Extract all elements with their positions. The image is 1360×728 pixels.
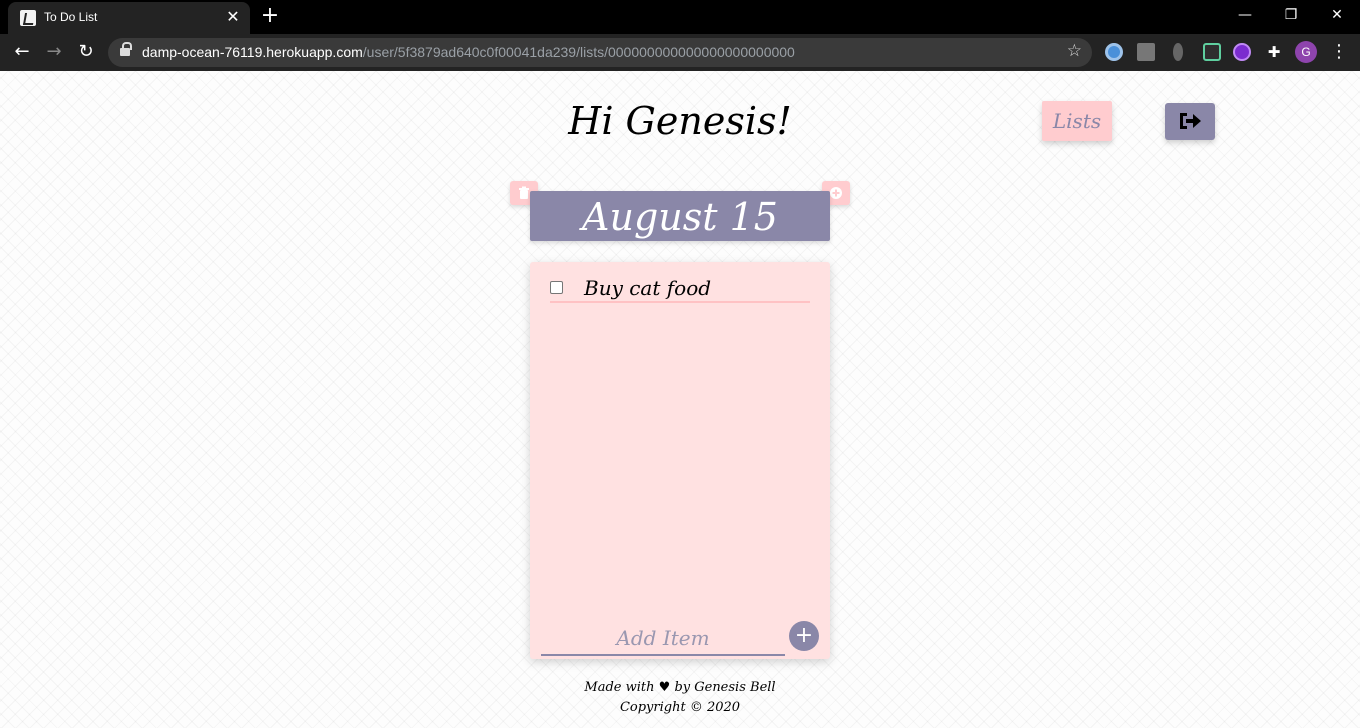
address-bar[interactable]: damp-ocean-76119.herokuapp.com/user/5f38…	[108, 38, 1092, 67]
url-text: damp-ocean-76119.herokuapp.com/user/5f38…	[142, 44, 795, 60]
browser-menu-icon[interactable]: ⋮	[1329, 41, 1349, 63]
add-item-button[interactable]: +	[789, 621, 819, 651]
add-item-input[interactable]	[541, 622, 785, 656]
greeting-heading: Hi Genesis!	[568, 99, 792, 143]
bookmark-star-icon[interactable]: ☆	[1067, 41, 1082, 61]
back-icon[interactable]: ←	[10, 40, 34, 64]
plus-circle-icon	[830, 187, 842, 199]
browser-tab[interactable]: To Do List ✕	[8, 2, 250, 34]
minimize-icon[interactable]: —	[1233, 6, 1257, 26]
extensions-puzzle-icon[interactable]: ✚	[1262, 40, 1286, 64]
item-checkbox[interactable]	[550, 281, 563, 294]
forward-icon[interactable]: →	[42, 40, 66, 64]
footer-credit: Made with ♥ by Genesis Bell	[584, 680, 776, 695]
extension-icon[interactable]	[1137, 43, 1155, 61]
heart-icon: ♥	[658, 680, 671, 695]
footer: Made with ♥ by Genesis Bell Copyright © …	[480, 678, 880, 718]
favicon-icon	[20, 10, 36, 26]
list-title: August 15	[582, 195, 778, 239]
restore-icon[interactable]: ❐	[1279, 6, 1303, 26]
todo-card: Buy cat food +	[530, 262, 830, 659]
new-tab-icon[interactable]: +	[259, 5, 281, 28]
page: Hi Genesis! Lists August 15 Buy cat food…	[0, 71, 1360, 728]
close-tab-icon[interactable]: ✕	[224, 8, 242, 26]
reload-icon[interactable]: ↻	[74, 40, 98, 64]
extension-icon[interactable]	[1173, 43, 1183, 61]
profile-avatar[interactable]: G	[1295, 41, 1317, 63]
list-title-banner: August 15	[530, 191, 830, 241]
lock-icon	[120, 42, 132, 58]
sign-out-icon	[1180, 113, 1201, 129]
extension-icon[interactable]	[1233, 43, 1251, 61]
browser-toolbar: ← → ↻ damp-ocean-76119.herokuapp.com/use…	[0, 34, 1360, 71]
extension-icon[interactable]	[1203, 43, 1221, 61]
extension-icon[interactable]	[1105, 43, 1123, 61]
close-window-icon[interactable]: ✕	[1325, 6, 1349, 26]
browser-tab-bar: To Do List ✕ + — ❐ ✕	[0, 0, 1360, 34]
trash-icon	[519, 186, 529, 199]
item-label: Buy cat food	[584, 276, 712, 300]
footer-copyright: Copyright © 2020	[619, 700, 741, 715]
logout-button[interactable]	[1165, 103, 1215, 140]
list-item: Buy cat food	[550, 276, 810, 303]
lists-button[interactable]: Lists	[1042, 101, 1112, 141]
tab-title: To Do List	[44, 10, 98, 24]
